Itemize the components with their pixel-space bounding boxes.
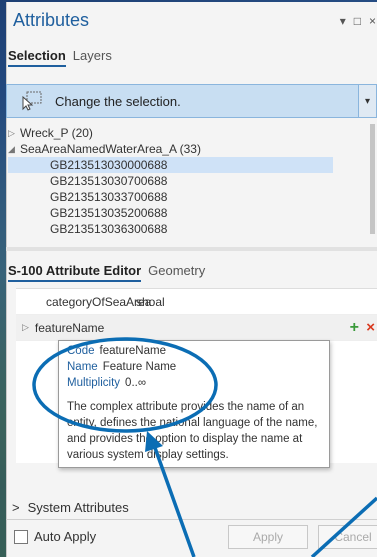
change-selection-label: Change the selection. xyxy=(55,93,181,109)
tree-feature-item[interactable]: GB213513030700688 xyxy=(8,173,363,189)
tooltip-key: Code xyxy=(67,345,95,357)
expand-arrow-icon[interactable]: ▷ xyxy=(8,128,20,139)
tree-layer-label: Wreck_P (20) xyxy=(20,126,93,140)
tooltip-name-row: Name Feature Name xyxy=(67,361,321,377)
cancel-button[interactable]: Cancel xyxy=(318,525,377,549)
attribute-name: categoryOfSeaArea xyxy=(46,294,152,309)
top-tab-strip: Selection Layers xyxy=(8,48,112,67)
tree-layer-label: SeaAreaNamedWaterArea_A (33) xyxy=(20,142,201,156)
chevron-down-icon[interactable]: ▾ xyxy=(358,85,376,117)
auto-apply-toggle[interactable]: Auto Apply xyxy=(14,529,96,544)
auto-hide-menu-icon[interactable]: ▾ xyxy=(340,14,346,28)
footer-divider xyxy=(6,519,377,520)
tooltip-description: The complex attribute provides the name … xyxy=(67,401,318,461)
pane-splitter[interactable] xyxy=(6,247,377,251)
collapse-arrow-icon[interactable]: ◢ xyxy=(8,144,20,155)
expand-arrow-icon[interactable]: ▷ xyxy=(22,322,29,333)
auto-apply-label: Auto Apply xyxy=(34,529,97,544)
attribute-row[interactable]: categoryOfSeaArea shoal xyxy=(16,289,377,315)
remove-attribute-icon[interactable]: × xyxy=(366,319,375,336)
close-icon[interactable]: × xyxy=(369,14,376,28)
tree-feature-item[interactable]: GB213513033700688 xyxy=(8,189,363,205)
tree-layer-seaarea[interactable]: ◢ SeaAreaNamedWaterArea_A (33) xyxy=(8,141,363,157)
tree-layer-wreck[interactable]: ▷ Wreck_P (20) xyxy=(8,125,363,141)
attribute-tooltip: Code featureName Name Feature Name Multi… xyxy=(58,340,330,468)
system-attributes-label: System Attributes xyxy=(27,500,129,515)
apply-button[interactable]: Apply xyxy=(228,525,308,549)
tab-selection[interactable]: Selection xyxy=(8,48,66,67)
selection-tree: ▷ Wreck_P (20) ◢ SeaAreaNamedWaterArea_A… xyxy=(8,125,363,237)
select-cursor-icon xyxy=(22,91,42,111)
tooltip-value: featureName xyxy=(99,345,166,357)
change-selection-bar[interactable]: Change the selection. ▾ xyxy=(6,84,377,118)
tooltip-key: Name xyxy=(67,361,98,373)
tree-feature-item[interactable]: GB213513036300688 xyxy=(8,221,363,237)
tab-layers[interactable]: Layers xyxy=(73,48,112,67)
tooltip-value: 0..∞ xyxy=(125,377,147,389)
tooltip-key: Multiplicity xyxy=(67,377,121,389)
auto-apply-checkbox[interactable] xyxy=(14,529,28,544)
editor-tab-strip: S-100 Attribute Editor Geometry xyxy=(8,263,205,282)
window-controls: ▾ □ × xyxy=(340,14,376,28)
pane-title: Attributes xyxy=(13,9,90,30)
tree-feature-item[interactable]: GB213513030000688 xyxy=(8,157,333,173)
attribute-value[interactable]: shoal xyxy=(136,295,165,309)
maximize-icon[interactable]: □ xyxy=(354,14,361,28)
tooltip-code-row: Code featureName xyxy=(67,345,321,361)
attribute-name: ▷ featureName xyxy=(16,321,104,335)
tree-feature-item[interactable]: GB213513035200688 xyxy=(8,205,363,221)
system-attributes-expander[interactable]: > System Attributes xyxy=(12,500,129,515)
tooltip-multiplicity-row: Multiplicity 0..∞ xyxy=(67,377,321,393)
tab-s100-attribute-editor[interactable]: S-100 Attribute Editor xyxy=(8,263,142,282)
tab-geometry[interactable]: Geometry xyxy=(148,263,205,282)
attribute-row-complex[interactable]: ▷ featureName xyxy=(16,315,377,341)
chevron-right-icon: > xyxy=(12,500,20,515)
tooltip-value: Feature Name xyxy=(102,361,177,373)
pane-titlebar: Attributes ▾ □ × xyxy=(7,2,377,38)
add-attribute-icon[interactable]: + xyxy=(350,319,359,337)
attribute-name-label: featureName xyxy=(34,320,105,335)
tree-scrollbar[interactable] xyxy=(370,124,375,234)
